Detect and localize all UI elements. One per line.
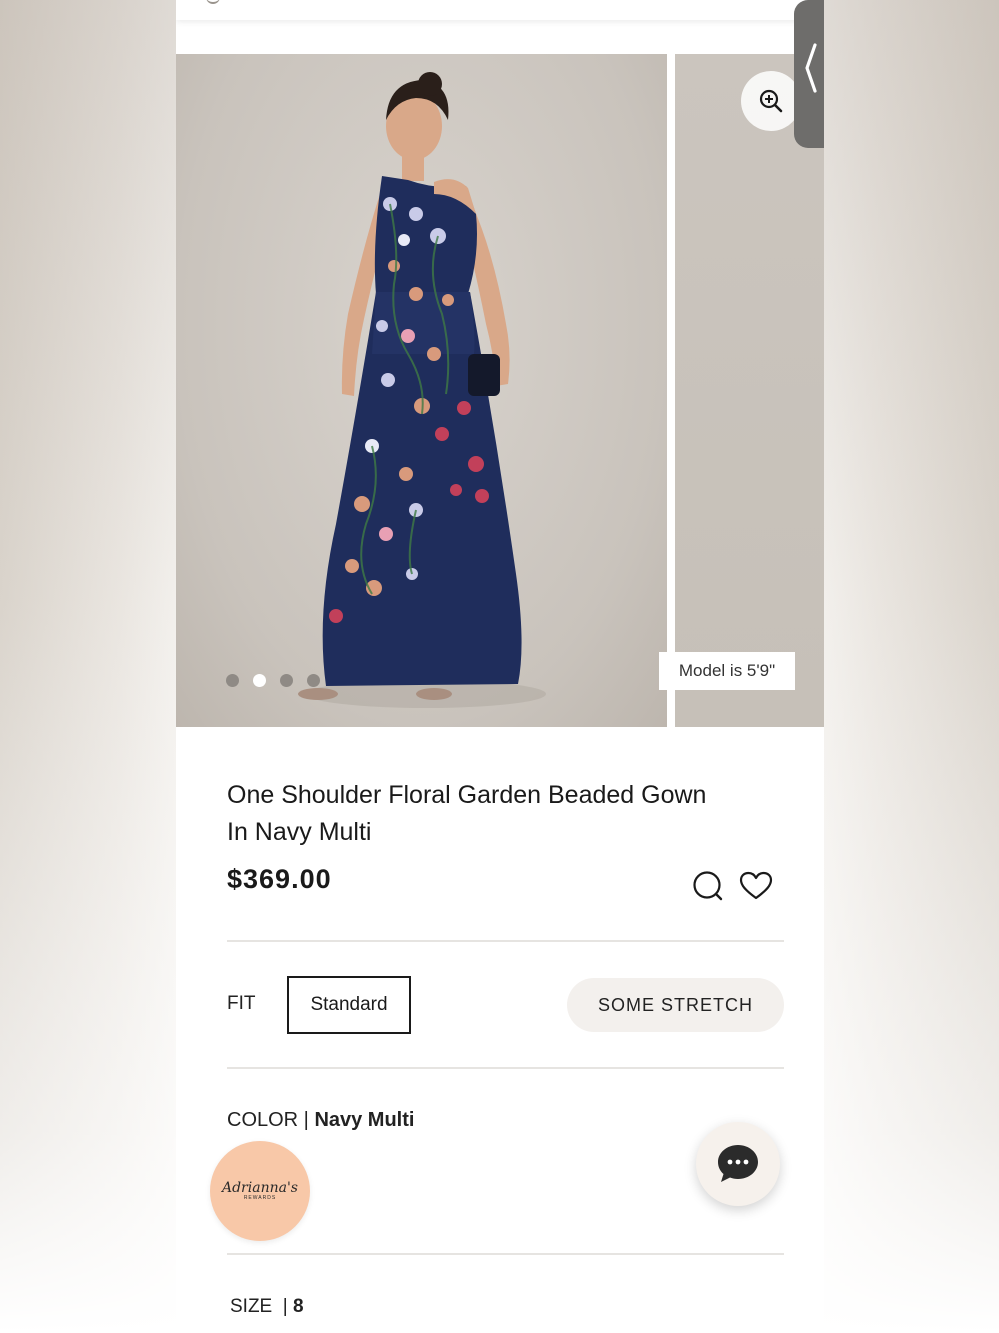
size-separator: | — [282, 1296, 288, 1317]
product-photo[interactable] — [176, 54, 667, 727]
stretch-badge[interactable]: SOME STRETCH — [567, 978, 784, 1032]
heart-icon — [739, 871, 773, 900]
slide-indicator — [226, 674, 320, 687]
product-title-line-2: In Navy Multi — [227, 818, 372, 846]
speech-bubble-icon — [693, 871, 723, 901]
product-title-line-1: One Shoulder Floral Garden Beaded Gown — [227, 781, 707, 809]
product-price: $369.00 — [227, 864, 332, 894]
image-gallery[interactable]: Model is 5'9" — [176, 54, 824, 727]
product-title: One Shoulder Floral Garden Beaded Gown I… — [227, 777, 787, 851]
divider — [227, 1253, 784, 1255]
color-selection: COLOR | Navy Multi — [227, 1109, 414, 1132]
product-page: Model is 5'9" One Shoulder Floral Garden… — [176, 0, 824, 1333]
rewards-logo-sub: REWARDS — [243, 1195, 277, 1201]
zoom-button[interactable] — [741, 71, 801, 131]
zoom-in-icon — [759, 89, 783, 113]
rewards-button[interactable]: Adrianna's REWARDS — [210, 1141, 310, 1241]
model-height-badge: Model is 5'9" — [659, 652, 795, 690]
size-value: 8 — [293, 1296, 304, 1317]
color-value: Navy Multi — [314, 1109, 415, 1131]
slide-dot[interactable] — [226, 674, 239, 687]
model-in-gown-illustration — [298, 72, 546, 708]
fit-option-standard[interactable]: Standard — [287, 976, 411, 1034]
next-product-photo[interactable] — [675, 54, 824, 727]
wishlist-button[interactable] — [739, 869, 773, 903]
header-bar — [176, 0, 824, 20]
chat-button[interactable] — [696, 1122, 780, 1206]
color-label: COLOR | — [227, 1109, 309, 1131]
slide-dot[interactable] — [280, 674, 293, 687]
divider — [227, 1067, 784, 1069]
slide-dot[interactable] — [307, 674, 320, 687]
chat-icon — [718, 1145, 758, 1182]
fit-label: FIT — [227, 993, 256, 1014]
size-selection: SIZE | 8 — [230, 1296, 304, 1318]
slide-dot-active[interactable] — [253, 674, 266, 687]
size-label: SIZE — [230, 1296, 273, 1317]
chevron-left-icon[interactable] — [804, 42, 818, 94]
divider — [227, 940, 784, 942]
logo-fragment — [206, 0, 220, 4]
compare-button[interactable] — [691, 869, 725, 903]
rewards-logo-script: Adrianna's — [221, 1180, 298, 1196]
